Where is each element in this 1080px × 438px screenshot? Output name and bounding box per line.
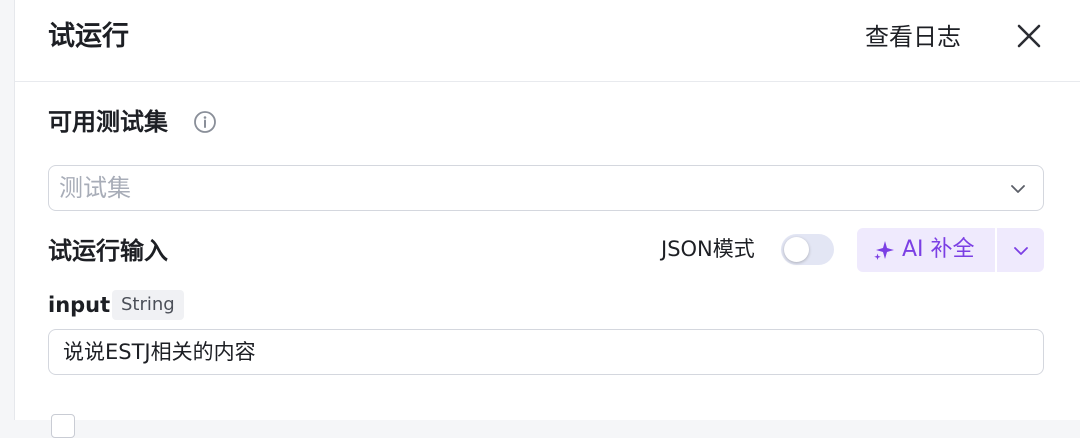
param-type-badge: String (112, 290, 184, 320)
test-set-label: 可用测试集 (48, 108, 168, 136)
json-mode-label: JSON模式 (661, 237, 755, 261)
panel-title: 试运行 (48, 21, 129, 52)
param-input-value: 说说ESTJ相关的内容 (63, 340, 256, 364)
test-set-placeholder: 测试集 (59, 174, 131, 202)
trial-input-label: 试运行输入 (48, 237, 168, 265)
view-log-button[interactable]: 查看日志 (865, 20, 961, 54)
trial-run-panel: 试运行 查看日志 可用测试集 测试集 试运行输入 JSON模式 AI 补全 in… (14, 0, 1080, 438)
checkbox[interactable] (51, 414, 75, 438)
ai-complete-dropdown-button[interactable] (997, 228, 1044, 272)
ai-complete-button[interactable]: AI 补全 (857, 228, 995, 272)
close-button[interactable] (1013, 20, 1045, 52)
test-set-select[interactable]: 测试集 (48, 165, 1044, 211)
sparkle-icon (874, 241, 894, 260)
json-mode-toggle[interactable] (781, 234, 834, 265)
ai-complete-label: AI 补全 (902, 237, 975, 262)
panel-header: 试运行 查看日志 (15, 0, 1080, 82)
toggle-knob (784, 237, 809, 262)
param-input-field[interactable]: 说说ESTJ相关的内容 (48, 329, 1044, 375)
close-icon (1017, 24, 1041, 48)
chevron-down-icon (1011, 185, 1025, 193)
param-name: input (48, 293, 111, 317)
info-icon[interactable] (193, 110, 217, 134)
chevron-down-icon (1014, 247, 1028, 255)
